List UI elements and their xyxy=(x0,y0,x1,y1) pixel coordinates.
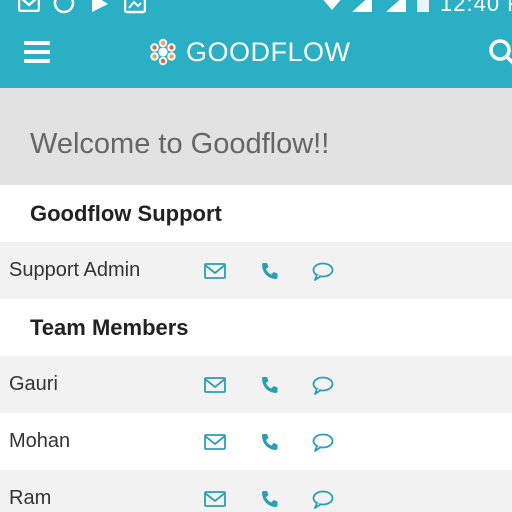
gmail-icon xyxy=(18,0,40,12)
status-time: 12:40 P xyxy=(440,0,512,16)
contact-row-gauri[interactable]: Gauri xyxy=(0,356,512,413)
goodflow-logo-icon xyxy=(149,38,177,66)
mail-icon[interactable] xyxy=(203,488,227,510)
contact-row-support-admin[interactable]: Support Admin xyxy=(0,242,512,299)
status-bar: 12:40 P xyxy=(0,0,512,16)
section-title: Goodflow Support xyxy=(30,201,222,226)
search-icon[interactable] xyxy=(488,38,512,68)
brand: GOODFLOW xyxy=(148,36,351,68)
contact-name: Mohan xyxy=(9,430,71,452)
mail-icon[interactable] xyxy=(203,431,227,453)
section-header-team: Team Members xyxy=(0,299,512,356)
whatsapp-icon xyxy=(53,0,75,14)
welcome-banner: Welcome to Goodflow!! xyxy=(0,88,512,185)
contact-row-ram[interactable]: Ram xyxy=(0,470,512,512)
welcome-text: Welcome to Goodflow!! xyxy=(30,128,330,160)
signal-icon xyxy=(386,0,406,12)
phone-icon[interactable] xyxy=(258,488,282,510)
mail-icon[interactable] xyxy=(203,260,227,282)
section-title: Team Members xyxy=(30,315,189,340)
chat-icon[interactable] xyxy=(311,260,335,282)
battery-icon xyxy=(417,0,429,12)
signal-icon xyxy=(352,0,372,12)
chat-icon[interactable] xyxy=(311,374,335,396)
contact-row-mohan[interactable]: Mohan xyxy=(0,413,512,470)
play-store-icon xyxy=(92,0,108,12)
wifi-icon xyxy=(323,0,341,10)
phone-icon[interactable] xyxy=(258,374,282,396)
app-bar: GOODFLOW xyxy=(0,16,512,88)
gallery-icon xyxy=(124,0,146,14)
contact-name: Support Admin xyxy=(9,259,141,281)
hamburger-menu-icon[interactable] xyxy=(22,40,52,64)
chat-icon[interactable] xyxy=(311,431,335,453)
phone-icon[interactable] xyxy=(258,431,282,453)
contact-name: Ram xyxy=(9,487,52,509)
contact-name: Gauri xyxy=(9,373,58,395)
phone-icon[interactable] xyxy=(258,260,282,282)
mail-icon[interactable] xyxy=(203,374,227,396)
section-header-support: Goodflow Support xyxy=(0,185,512,242)
chat-icon[interactable] xyxy=(311,488,335,510)
app-title: GOODFLOW xyxy=(186,36,351,67)
